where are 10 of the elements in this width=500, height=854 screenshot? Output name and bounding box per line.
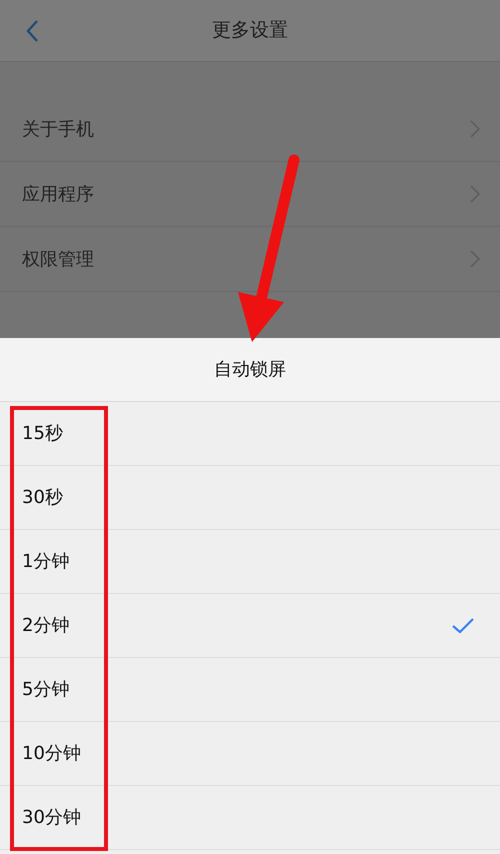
option-item[interactable]: 30秒 <box>0 466 500 530</box>
option-item[interactable]: 15秒 <box>0 402 500 466</box>
option-item[interactable]: 30分钟 <box>0 786 500 850</box>
option-item[interactable]: 2分钟 <box>0 594 500 658</box>
window-title: 更多设置 <box>212 18 288 44</box>
option-item[interactable]: 5分钟 <box>0 658 500 722</box>
option-item[interactable]: 1分钟 <box>0 530 500 594</box>
option-item[interactable]: 10分钟 <box>0 722 500 786</box>
back-icon <box>25 19 39 43</box>
sheet-title: 自动锁屏 <box>214 358 286 382</box>
